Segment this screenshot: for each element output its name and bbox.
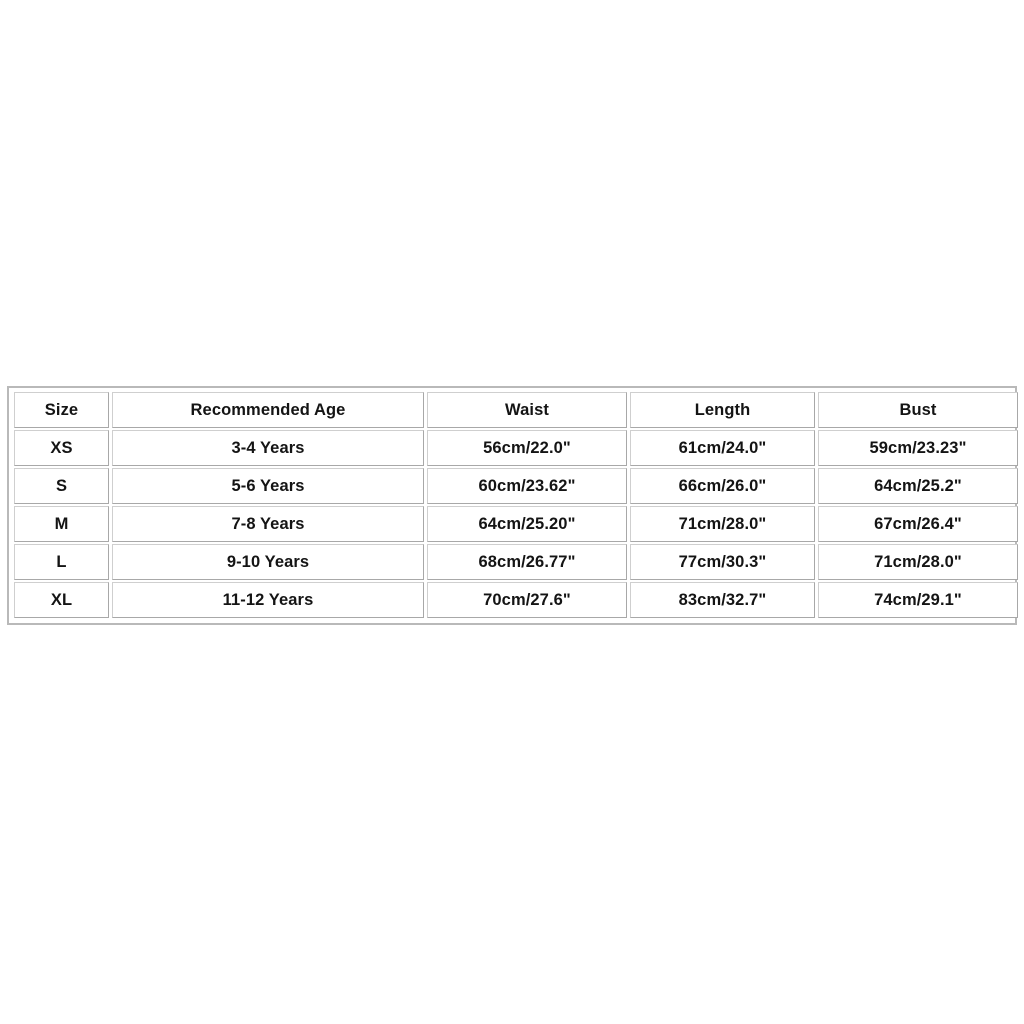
cell-size: S [14,468,109,504]
cell-size: XS [14,430,109,466]
cell-size: M [14,506,109,542]
cell-age: 9-10 Years [112,544,424,580]
table-row: L 9-10 Years 68cm/26.77" 77cm/30.3" 71cm… [14,544,1018,580]
column-header-size: Size [14,392,109,428]
column-header-waist: Waist [427,392,627,428]
cell-length: 61cm/24.0" [630,430,815,466]
table-header-row: Size Recommended Age Waist Length Bust [14,392,1018,428]
cell-length: 71cm/28.0" [630,506,815,542]
cell-bust: 59cm/23.23" [818,430,1018,466]
cell-bust: 64cm/25.2" [818,468,1018,504]
table-row: M 7-8 Years 64cm/25.20" 71cm/28.0" 67cm/… [14,506,1018,542]
table-row: XS 3-4 Years 56cm/22.0" 61cm/24.0" 59cm/… [14,430,1018,466]
cell-length: 77cm/30.3" [630,544,815,580]
cell-waist: 56cm/22.0" [427,430,627,466]
column-header-bust: Bust [818,392,1018,428]
cell-length: 66cm/26.0" [630,468,815,504]
cell-bust: 71cm/28.0" [818,544,1018,580]
cell-waist: 60cm/23.62" [427,468,627,504]
table-row: S 5-6 Years 60cm/23.62" 66cm/26.0" 64cm/… [14,468,1018,504]
cell-waist: 70cm/27.6" [427,582,627,618]
table-body: XS 3-4 Years 56cm/22.0" 61cm/24.0" 59cm/… [14,430,1018,618]
cell-age: 5-6 Years [112,468,424,504]
cell-age: 7-8 Years [112,506,424,542]
cell-length: 83cm/32.7" [630,582,815,618]
cell-bust: 67cm/26.4" [818,506,1018,542]
table-header: Size Recommended Age Waist Length Bust [14,392,1018,428]
column-header-age: Recommended Age [112,392,424,428]
size-chart-table: Size Recommended Age Waist Length Bust X… [11,390,1021,620]
cell-size: XL [14,582,109,618]
cell-waist: 68cm/26.77" [427,544,627,580]
table-row: XL 11-12 Years 70cm/27.6" 83cm/32.7" 74c… [14,582,1018,618]
size-chart-container: Size Recommended Age Waist Length Bust X… [7,386,1018,625]
cell-age: 11-12 Years [112,582,424,618]
cell-bust: 74cm/29.1" [818,582,1018,618]
cell-age: 3-4 Years [112,430,424,466]
cell-size: L [14,544,109,580]
cell-waist: 64cm/25.20" [427,506,627,542]
column-header-length: Length [630,392,815,428]
